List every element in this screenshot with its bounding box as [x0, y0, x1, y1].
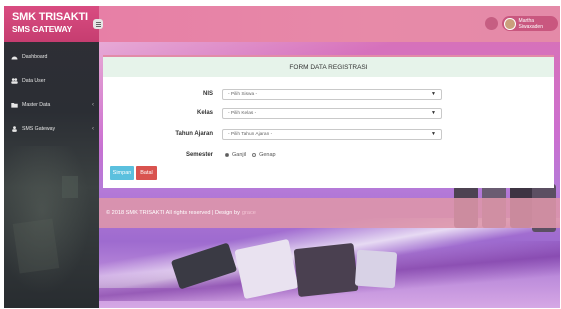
user-menu-button[interactable]: Martha Siwaxaden [502, 16, 558, 31]
sidebar-item-data-user[interactable]: Data User [4, 69, 99, 93]
sidebar-toggle-button[interactable] [93, 19, 103, 29]
sidebar-menu: Dashboard Data User Master Data ‹ SMS Ga… [4, 45, 99, 141]
chevron-left-icon: ‹ [92, 102, 94, 108]
brand-logo[interactable]: SMK TRISAKTI SMS GATEWAY [4, 6, 99, 42]
nis-select[interactable]: - Pilih Siswa - ▼ [222, 89, 442, 100]
sidebar-item-label: Data User [22, 78, 46, 84]
background-phone [293, 242, 359, 298]
form-title: FORM DATA REGISTRASI [103, 57, 554, 77]
tahun-ajaran-label: Tahun Ajaran [175, 131, 213, 137]
kelas-select[interactable]: - Pilih Kelas - ▼ [222, 108, 442, 119]
notification-icon[interactable] [485, 17, 498, 30]
kelas-label: Kelas [196, 110, 213, 116]
sidebar-item-label: Dashboard [22, 54, 48, 60]
sidebar-item-master-data[interactable]: Master Data ‹ [4, 93, 99, 117]
footer-text: © 2018 SMK TRISAKTI All rights reserved … [106, 210, 240, 216]
tahun-ajaran-select-value: - Pilih Tahun Ajaran - [228, 132, 273, 137]
kelas-select-value: - Pilih Kelas - [228, 111, 257, 116]
semester-genap-label: Genap [259, 152, 276, 158]
sidebar: SMK TRISAKTI SMS GATEWAY Dashboard Data … [4, 6, 99, 308]
nis-label: NIS [202, 91, 213, 97]
footer: © 2018 SMK TRISAKTI All rights reserved … [99, 198, 560, 228]
semester-label: Semester [185, 152, 213, 158]
user-name: Martha Siwaxaden [518, 17, 543, 30]
avatar [504, 17, 516, 30]
semester-radio-group: Ganjil Genap [225, 152, 276, 158]
sidebar-item-dashboard[interactable]: Dashboard [4, 45, 99, 69]
sidebar-item-label: Master Data [22, 102, 51, 108]
tahun-ajaran-select[interactable]: - Pilih Tahun Ajaran - ▼ [222, 129, 442, 140]
users-icon [11, 78, 18, 84]
cancel-button[interactable]: Batal [136, 166, 157, 180]
brand-subtitle: SMS GATEWAY [12, 24, 73, 34]
app-window: SMK TRISAKTI SMS GATEWAY Dashboard Data … [4, 6, 560, 308]
chevron-down-icon: ▼ [431, 91, 436, 97]
sidebar-decoration [62, 176, 78, 198]
topbar: Martha Siwaxaden [93, 6, 560, 42]
menu-icon [95, 23, 101, 25]
chevron-down-icon: ▼ [431, 131, 436, 137]
form-panel: FORM DATA REGISTRASI NIS - Pilih Siswa -… [103, 55, 554, 188]
folder-icon [11, 102, 18, 108]
chevron-down-icon: ▼ [431, 110, 436, 116]
sidebar-item-sms-gateway[interactable]: SMS Gateway ‹ [4, 117, 99, 141]
semester-ganjil-label: Ganjil [232, 152, 247, 158]
nis-select-value: - Pilih Siswa - [228, 92, 258, 97]
sidebar-decoration [12, 218, 60, 274]
semester-ganjil-radio[interactable] [225, 153, 229, 157]
dashboard-icon [11, 54, 18, 60]
footer-credit-link[interactable]: grace [242, 210, 256, 216]
background-phone [354, 249, 398, 289]
brand-title: SMK TRISAKTI [12, 11, 88, 23]
save-button[interactable]: Simpan [110, 166, 134, 180]
semester-genap-radio[interactable] [252, 153, 257, 157]
user-icon [11, 126, 18, 132]
chevron-left-icon: ‹ [92, 126, 94, 132]
sidebar-item-label: SMS Gateway [22, 126, 56, 132]
